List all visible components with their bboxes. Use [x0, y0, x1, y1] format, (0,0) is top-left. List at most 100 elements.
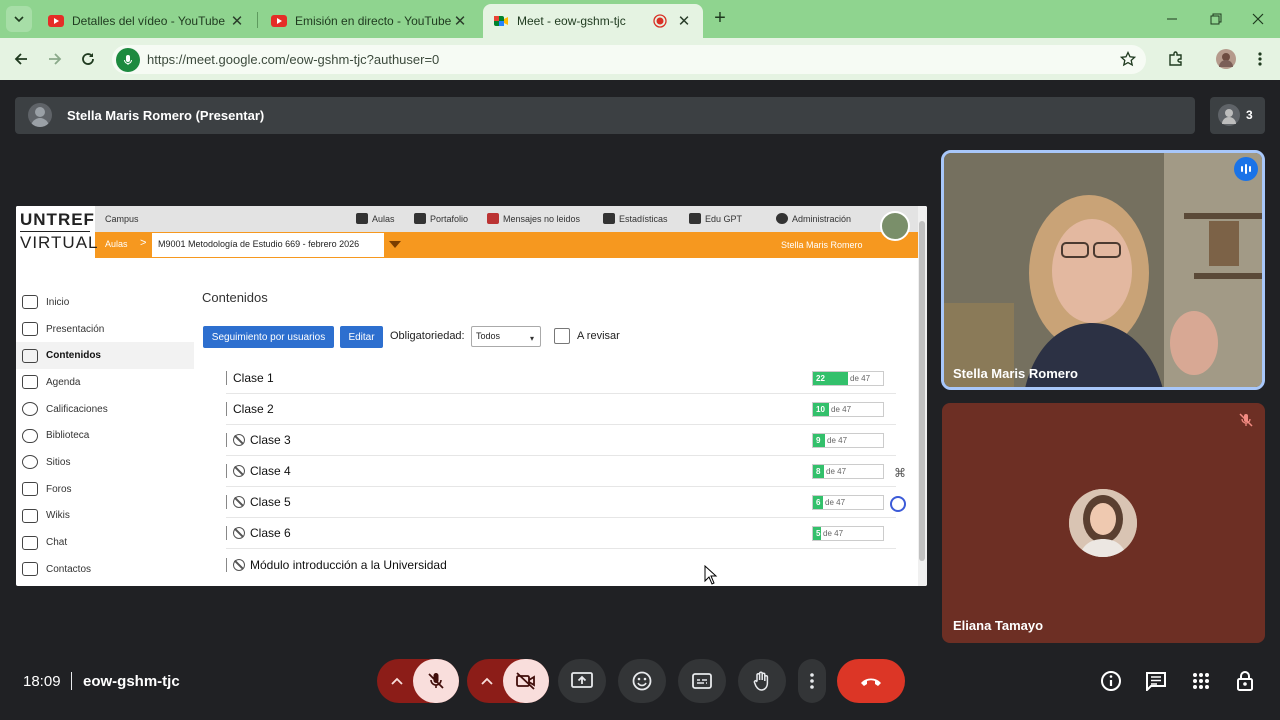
- accessibility-widget-icon[interactable]: ⌘: [894, 466, 906, 480]
- campus-link[interactable]: Campus: [105, 214, 139, 224]
- raise-hand-button[interactable]: [738, 659, 786, 703]
- caret-down-icon[interactable]: [389, 241, 401, 248]
- close-tab-icon[interactable]: ✕: [675, 12, 693, 30]
- chevron-down-icon: [14, 16, 24, 23]
- sidebar-item-wikis[interactable]: Wikis: [16, 503, 194, 530]
- item-title: Clase 3: [250, 433, 291, 447]
- list-item[interactable]: Clase 1 22 de 47: [226, 363, 896, 394]
- tracking-button[interactable]: Seguimiento por usuarios: [203, 326, 334, 348]
- activities-button[interactable]: [1188, 668, 1214, 694]
- list-item[interactable]: Clase 2 10 de 47: [226, 394, 896, 425]
- close-window-button[interactable]: [1236, 0, 1280, 38]
- sidebar-item-agenda[interactable]: Agenda: [16, 369, 194, 396]
- hand-icon: [753, 671, 769, 691]
- browser-tab-live-stream[interactable]: Emisión en directo - YouTube St ✕: [261, 4, 479, 38]
- url-text[interactable]: https://meet.google.com/eow-gshm-tjc?aut…: [147, 52, 439, 67]
- leave-call-button[interactable]: [837, 659, 905, 703]
- reload-button[interactable]: [76, 47, 100, 71]
- minimize-button[interactable]: [1150, 0, 1194, 38]
- sidebar-item-label: Sitios: [46, 456, 71, 468]
- sidebar-item-label: Contenidos: [46, 350, 101, 362]
- sidebar-item-foros[interactable]: Foros: [16, 476, 194, 503]
- closed-caption-icon: [692, 673, 712, 689]
- browser-tab-meet[interactable]: Meet - eow-gshm-tjc ✕: [483, 4, 703, 38]
- row-marker: [226, 495, 227, 509]
- meeting-time: 18:09: [23, 673, 61, 690]
- sidebar-item-calificaciones[interactable]: Calificaciones: [16, 396, 194, 423]
- extensions-button[interactable]: [1164, 47, 1188, 71]
- progress-total: de 47: [823, 529, 844, 538]
- nav-aulas[interactable]: Aulas: [356, 213, 395, 224]
- tab-search-button[interactable]: [6, 6, 32, 32]
- breadcrumb-aulas[interactable]: Aulas: [105, 239, 128, 249]
- row-marker: [226, 433, 227, 447]
- progress-count: 5: [813, 527, 821, 540]
- user-avatar[interactable]: [880, 211, 910, 241]
- camera-toggle-button[interactable]: [503, 659, 549, 703]
- site-mic-indicator[interactable]: [116, 48, 140, 72]
- participant-name: Eliana Tamayo: [953, 618, 1044, 633]
- monitor-icon: [22, 322, 38, 337]
- contacts-icon: [22, 562, 38, 577]
- list-item[interactable]: Módulo introducción a la Universidad: [226, 549, 896, 580]
- avatar-icon: [31, 107, 49, 127]
- presenter-label: Stella Maris Romero (Presentar): [67, 108, 265, 123]
- list-item[interactable]: Clase 3 9 de 47: [226, 425, 896, 456]
- audio-level-icon: [1241, 164, 1251, 174]
- audio-options-button[interactable]: [383, 659, 411, 703]
- obligatoriedad-label: Obligatoriedad:: [390, 330, 465, 342]
- row-marker: [226, 464, 227, 478]
- nav-edu-gpt[interactable]: Edu GPT: [689, 213, 742, 224]
- restore-button[interactable]: [1194, 0, 1238, 38]
- back-button[interactable]: [9, 47, 33, 71]
- list-item[interactable]: Clase 4 8 de 47: [226, 456, 896, 487]
- sidebar-item-chat[interactable]: Chat: [16, 529, 194, 556]
- list-item[interactable]: Clase 6 5 de 47: [226, 518, 896, 549]
- scrollbar-thumb[interactable]: [919, 221, 925, 561]
- blocked-icon: [233, 527, 245, 539]
- bookmark-button[interactable]: [1116, 47, 1140, 71]
- present-screen-button[interactable]: [558, 659, 606, 703]
- nav-portafolio[interactable]: Portafolio: [414, 213, 468, 224]
- more-options-button[interactable]: [798, 659, 826, 703]
- nav-administracion[interactable]: Administración: [776, 213, 851, 224]
- new-tab-button[interactable]: +: [708, 7, 732, 31]
- profile-avatar-icon: [1216, 49, 1236, 69]
- shared-screen: UNTREF VIRTUAL Campus Aulas Portafolio M…: [16, 206, 927, 586]
- nav-estadisticas[interactable]: Estadísticas: [603, 213, 668, 224]
- close-tab-icon[interactable]: ✕: [451, 12, 469, 30]
- mouse-cursor-icon: [704, 565, 718, 585]
- youtube-icon: [271, 15, 287, 27]
- video-options-button[interactable]: [473, 659, 501, 703]
- host-controls-button[interactable]: [1233, 668, 1259, 694]
- user-name[interactable]: Stella Maris Romero: [781, 240, 863, 250]
- participant-tile-stella[interactable]: [941, 150, 1265, 390]
- reactions-button[interactable]: [618, 659, 666, 703]
- tab-title: Emisión en directo - YouTube St: [295, 14, 451, 28]
- meeting-details-button[interactable]: [1098, 668, 1124, 694]
- sidebar-item-contenidos[interactable]: Contenidos: [16, 342, 194, 370]
- emoji-icon: [632, 671, 652, 691]
- sidebar-item-biblioteca[interactable]: Biblioteca: [16, 422, 194, 449]
- nav-mensajes[interactable]: Mensajes no leidos: [487, 213, 580, 224]
- sidebar-item-contactos[interactable]: Contactos: [16, 556, 194, 583]
- captions-button[interactable]: [678, 659, 726, 703]
- chat-button[interactable]: [1143, 668, 1169, 694]
- sidebar-item-inicio[interactable]: Inicio: [16, 289, 194, 316]
- review-checkbox[interactable]: [554, 328, 570, 344]
- sidebar-item-sitios[interactable]: Sitios: [16, 449, 194, 476]
- edit-button[interactable]: Editar: [340, 326, 383, 348]
- profile-button[interactable]: [1214, 47, 1238, 71]
- browser-tab-video-details[interactable]: Detalles del vídeo - YouTube St ✕: [38, 4, 256, 38]
- select-caret-icon: ▾: [530, 334, 535, 343]
- sidebar-item-presentacion[interactable]: Presentación: [16, 316, 194, 343]
- progress-count: 6: [813, 496, 823, 509]
- list-item[interactable]: Clase 5 6 de 47: [226, 487, 896, 518]
- forward-button[interactable]: [43, 47, 67, 71]
- sidebar-item-label: Biblioteca: [46, 430, 90, 442]
- browser-menu-button[interactable]: [1248, 47, 1272, 71]
- item-title: Módulo introducción a la Universidad: [250, 557, 447, 572]
- microphone-toggle-button[interactable]: [413, 659, 459, 703]
- close-tab-icon[interactable]: ✕: [228, 12, 246, 30]
- assistant-widget-icon[interactable]: [890, 496, 906, 512]
